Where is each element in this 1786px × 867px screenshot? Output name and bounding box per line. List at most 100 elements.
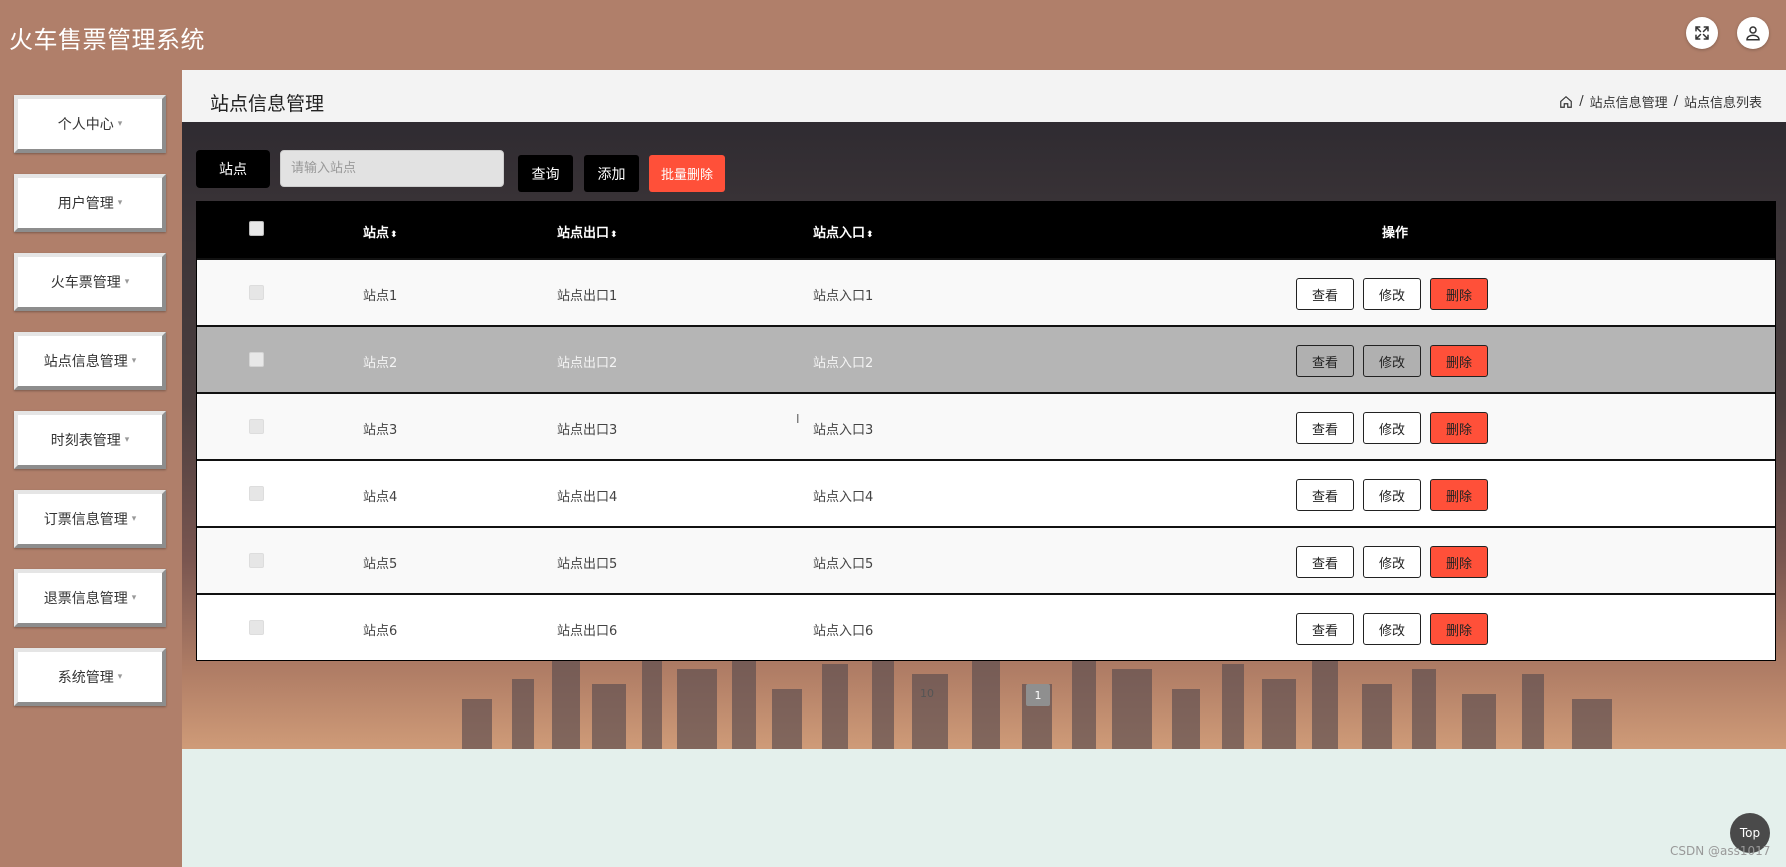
- view-button[interactable]: 查看: [1296, 278, 1354, 310]
- cell-entrance: 站点入口3: [813, 423, 874, 438]
- breadcrumb: / 站点信息管理 / 站点信息列表: [1559, 92, 1762, 111]
- main-content: 站点信息管理 / 站点信息管理 / 站点信息列表 站点 查询 添加 批量删除: [182, 70, 1786, 867]
- sidebar-item-label: 火车票管理: [50, 275, 121, 291]
- cell-entrance: 站点入口1: [813, 289, 874, 304]
- query-button[interactable]: 查询: [518, 155, 573, 192]
- delete-button[interactable]: 删除: [1430, 613, 1488, 645]
- sidebar-item-refund-management[interactable]: 退票信息管理 ▾: [14, 569, 166, 627]
- row-checkbox[interactable]: [249, 285, 264, 300]
- caret-down-icon: ▾: [117, 672, 123, 682]
- cell-station: 站点4: [363, 490, 398, 505]
- breadcrumb-item-station-list: 站点信息列表: [1683, 96, 1762, 111]
- caret-down-icon: ▾: [124, 277, 130, 287]
- top-header: 火车售票管理系统: [0, 0, 1786, 70]
- column-header-actions: 操作: [1382, 226, 1409, 241]
- cell-station: 站点3: [363, 423, 398, 438]
- sidebar-item-ticket-management[interactable]: 火车票管理 ▾: [14, 253, 166, 311]
- page-header: 站点信息管理 / 站点信息管理 / 站点信息列表: [182, 70, 1786, 122]
- row-checkbox[interactable]: [249, 419, 264, 434]
- sidebar-item-personal-center[interactable]: 个人中心 ▾: [14, 95, 166, 153]
- row-checkbox[interactable]: [249, 553, 264, 568]
- cell-entrance: 站点入口5: [813, 557, 874, 572]
- sidebar-item-booking-management[interactable]: 订票信息管理 ▾: [14, 490, 166, 548]
- page-title: 站点信息管理: [210, 93, 325, 115]
- sidebar-item-system-management[interactable]: 系统管理 ▾: [14, 648, 166, 706]
- caret-down-icon: ▾: [131, 356, 137, 366]
- select-all-checkbox[interactable]: [249, 221, 264, 236]
- sidebar-item-station-management[interactable]: 站点信息管理 ▾: [14, 332, 166, 390]
- sidebar-item-label: 退票信息管理: [43, 591, 128, 607]
- batch-delete-button[interactable]: 批量删除: [649, 155, 725, 192]
- cell-exit: 站点出口5: [557, 557, 618, 572]
- sidebar-item-user-management[interactable]: 用户管理 ▾: [14, 174, 166, 232]
- caret-down-icon: ▾: [117, 119, 123, 129]
- row-checkbox[interactable]: [249, 620, 264, 635]
- edit-button[interactable]: 修改: [1363, 345, 1421, 377]
- table-row[interactable]: 站点5 站点出口5 站点入口5 查看 修改 删除: [197, 526, 1775, 593]
- view-button[interactable]: 查看: [1296, 613, 1354, 645]
- table-row[interactable]: 站点2 站点出口2 站点入口2 查看 修改 删除: [197, 325, 1775, 392]
- watermark: CSDN @ass1017: [1670, 844, 1771, 858]
- cell-exit: 站点出口1: [557, 289, 618, 304]
- user-menu-button[interactable]: [1737, 17, 1769, 49]
- breadcrumb-separator: /: [1673, 94, 1678, 109]
- delete-button[interactable]: 删除: [1430, 412, 1488, 444]
- cell-station: 站点6: [363, 624, 398, 639]
- table-header: 站点⬍ 站点出口⬍ 站点入口⬍ 操作: [197, 202, 1775, 258]
- sidebar-item-label: 用户管理: [57, 196, 114, 212]
- view-button[interactable]: 查看: [1296, 345, 1354, 377]
- search-input[interactable]: [280, 150, 504, 187]
- view-button[interactable]: 查看: [1296, 479, 1354, 511]
- search-label-station: 站点: [196, 150, 270, 188]
- delete-button[interactable]: 删除: [1430, 278, 1488, 310]
- sort-icon[interactable]: ⬍: [866, 230, 874, 240]
- delete-button[interactable]: 删除: [1430, 345, 1488, 377]
- add-button[interactable]: 添加: [584, 155, 639, 192]
- text-cursor-icon: I: [796, 412, 800, 426]
- table-row[interactable]: 站点4 站点出口4 站点入口4 查看 修改 删除: [197, 459, 1775, 526]
- table-row[interactable]: 站点1 站点出口1 站点入口1 查看 修改 删除: [197, 258, 1775, 325]
- sidebar-item-label: 系统管理: [57, 670, 114, 686]
- sidebar-item-label: 时刻表管理: [50, 433, 121, 449]
- view-button[interactable]: 查看: [1296, 412, 1354, 444]
- home-icon[interactable]: [1559, 95, 1573, 109]
- edit-button[interactable]: 修改: [1363, 412, 1421, 444]
- row-checkbox[interactable]: [249, 486, 264, 501]
- edit-button[interactable]: 修改: [1363, 479, 1421, 511]
- fullscreen-button[interactable]: [1686, 17, 1718, 49]
- page-size-select[interactable]: 10: [920, 687, 934, 700]
- caret-down-icon: ▾: [117, 198, 123, 208]
- cell-entrance: 站点入口2: [813, 356, 874, 371]
- table-row[interactable]: 站点3 站点出口3 站点入口3 查看 修改 删除: [197, 392, 1775, 459]
- user-icon: [1746, 26, 1760, 41]
- cell-exit: 站点出口6: [557, 624, 618, 639]
- sidebar-item-label: 订票信息管理: [43, 512, 128, 528]
- caret-down-icon: ▾: [124, 435, 130, 445]
- cell-station: 站点2: [363, 356, 398, 371]
- cell-exit: 站点出口2: [557, 356, 618, 371]
- cell-entrance: 站点入口6: [813, 624, 874, 639]
- breadcrumb-separator: /: [1579, 94, 1584, 109]
- edit-button[interactable]: 修改: [1363, 613, 1421, 645]
- row-checkbox[interactable]: [249, 352, 264, 367]
- cell-station: 站点1: [363, 289, 398, 304]
- cell-station: 站点5: [363, 557, 398, 572]
- sort-icon[interactable]: ⬍: [610, 230, 618, 240]
- station-table: 站点⬍ 站点出口⬍ 站点入口⬍ 操作 站点1 站点出口1 站点入口1 查看 修改…: [196, 201, 1776, 661]
- sort-icon[interactable]: ⬍: [390, 230, 398, 240]
- delete-button[interactable]: 删除: [1430, 546, 1488, 578]
- breadcrumb-item-station-management[interactable]: 站点信息管理: [1590, 92, 1668, 111]
- column-header-exit[interactable]: 站点出口⬍: [557, 222, 618, 241]
- cell-entrance: 站点入口4: [813, 490, 874, 505]
- sidebar-item-timetable-management[interactable]: 时刻表管理 ▾: [14, 411, 166, 469]
- delete-button[interactable]: 删除: [1430, 479, 1488, 511]
- expand-icon: [1695, 26, 1709, 40]
- pagination-page-button[interactable]: 1: [1026, 684, 1050, 706]
- sidebar-item-label: 个人中心: [57, 117, 114, 133]
- edit-button[interactable]: 修改: [1363, 546, 1421, 578]
- view-button[interactable]: 查看: [1296, 546, 1354, 578]
- column-header-station[interactable]: 站点⬍: [363, 222, 398, 241]
- column-header-entrance[interactable]: 站点入口⬍: [813, 222, 874, 241]
- table-row[interactable]: 站点6 站点出口6 站点入口6 查看 修改 删除: [197, 593, 1775, 660]
- edit-button[interactable]: 修改: [1363, 278, 1421, 310]
